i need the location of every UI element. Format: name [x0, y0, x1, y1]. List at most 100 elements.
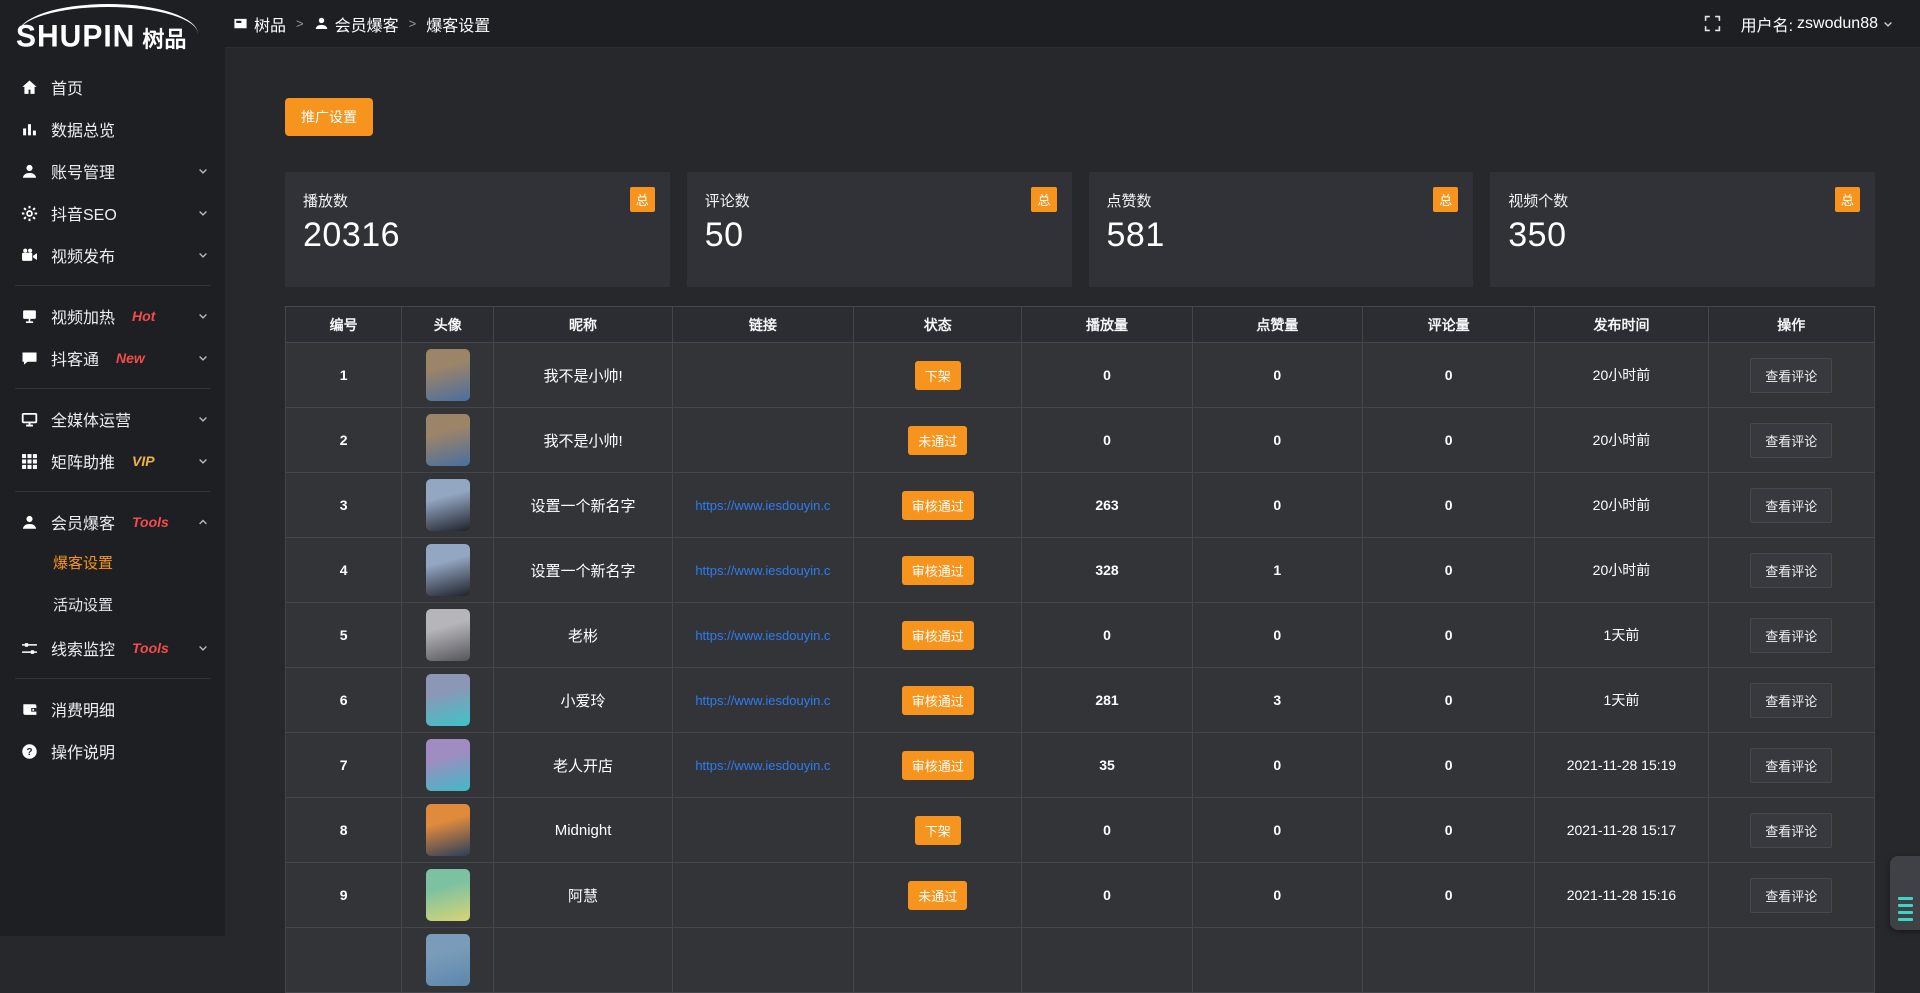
- view-comments-button[interactable]: 查看评论: [1750, 358, 1832, 393]
- sidebar-divider: [15, 678, 210, 679]
- status-cell: 下架: [854, 798, 1022, 863]
- avatar-cell: [402, 928, 494, 993]
- sidebar-item-data-overview[interactable]: 数据总览: [0, 108, 225, 150]
- likes-cell: 0: [1192, 473, 1362, 538]
- status-cell: 未通过: [854, 863, 1022, 928]
- chevron-down-icon: [197, 165, 209, 177]
- sidebar-item-media-operation[interactable]: 全媒体运营: [0, 398, 225, 440]
- action-cell: [1708, 928, 1874, 993]
- sidebar-subitem-baoke-settings[interactable]: 爆客设置: [0, 543, 225, 585]
- grid-icon: [20, 452, 38, 470]
- video-link[interactable]: https://www.iesdouyin.c: [673, 693, 853, 708]
- table-row: 4设置一个新名字https://www.iesdouyin.c审核通过32810…: [286, 538, 1875, 603]
- stat-label: 点赞数: [1107, 190, 1456, 211]
- video-link[interactable]: https://www.iesdouyin.c: [673, 498, 853, 513]
- wallet-icon: [20, 700, 38, 718]
- comments-cell: 0: [1362, 603, 1534, 668]
- sidebar-item-video-publish[interactable]: 视频发布: [0, 234, 225, 276]
- status-cell: 审核通过: [854, 668, 1022, 733]
- table-row: [286, 928, 1875, 993]
- plays-cell: 328: [1022, 538, 1192, 603]
- view-comments-button[interactable]: 查看评论: [1750, 748, 1832, 783]
- stat-cards: 播放数20316总评论数50总点赞数581总视频个数350总: [285, 172, 1875, 287]
- action-cell: 查看评论: [1708, 668, 1874, 733]
- likes-cell: 3: [1192, 668, 1362, 733]
- sidebar-item-label: 线索监控: [51, 636, 115, 660]
- comments-cell: 0: [1362, 473, 1534, 538]
- view-comments-button[interactable]: 查看评论: [1750, 618, 1832, 653]
- avatar: [426, 869, 470, 921]
- sidebar-subitem-activity-settings[interactable]: 活动设置: [0, 585, 225, 627]
- view-comments-button[interactable]: 查看评论: [1750, 488, 1832, 523]
- nickname-cell: Midnight: [494, 798, 672, 863]
- sidebar-item-operation-guide[interactable]: ?操作说明: [0, 730, 225, 772]
- status-badge: 审核通过: [902, 491, 974, 520]
- action-cell: 查看评论: [1708, 343, 1874, 408]
- sidebar-item-matrix-boost[interactable]: 矩阵助推VIP: [0, 440, 225, 482]
- status-cell: 审核通过: [854, 538, 1022, 603]
- view-comments-button[interactable]: 查看评论: [1750, 553, 1832, 588]
- home-icon: [20, 78, 38, 96]
- likes-cell: 0: [1192, 603, 1362, 668]
- video-link[interactable]: https://www.iesdouyin.c: [673, 628, 853, 643]
- stat-value: 20316: [303, 216, 652, 255]
- plays-cell: 35: [1022, 733, 1192, 798]
- video-link[interactable]: https://www.iesdouyin.c: [673, 758, 853, 773]
- sidebar-divider: [15, 285, 210, 286]
- stat-value: 50: [705, 216, 1054, 255]
- action-cell: 查看评论: [1708, 603, 1874, 668]
- column-header: 链接: [672, 307, 853, 343]
- table-row: 8Midnight下架0002021-11-28 15:17查看评论: [286, 798, 1875, 863]
- chevron-down-icon: [197, 207, 209, 219]
- widget-stripe: [1898, 918, 1913, 921]
- breadcrumb-item-member-baoke[interactable]: 会员爆客: [314, 12, 399, 36]
- logo-text-main: SHUPIN: [16, 21, 135, 53]
- sidebar-item-douyin-seo[interactable]: 抖音SEO: [0, 192, 225, 234]
- sidebar-item-consumption-detail[interactable]: 消费明细: [0, 688, 225, 730]
- comments-cell: 0: [1362, 538, 1534, 603]
- breadcrumb-item-shupin[interactable]: 树品: [233, 12, 286, 36]
- sidebar-item-clue-monitor[interactable]: 线索监控Tools: [0, 627, 225, 669]
- support-float-widget[interactable]: [1890, 856, 1920, 930]
- sidebar-item-douketong[interactable]: 抖客通New: [0, 337, 225, 379]
- comments-cell: 0: [1362, 798, 1534, 863]
- avatar-cell: [402, 603, 494, 668]
- chart-icon: [20, 120, 38, 138]
- fullscreen-icon[interactable]: [1704, 15, 1721, 32]
- publish-time-cell: 20小时前: [1535, 538, 1708, 603]
- nickname-cell: 老彬: [494, 603, 672, 668]
- avatar: [426, 349, 470, 401]
- publish-time-cell: 20小时前: [1535, 473, 1708, 538]
- video-link[interactable]: https://www.iesdouyin.c: [673, 563, 853, 578]
- status-badge: 审核通过: [902, 621, 974, 650]
- sidebar-item-member-baoke[interactable]: 会员爆客Tools: [0, 501, 225, 543]
- comments-cell: 0: [1362, 343, 1534, 408]
- chevron-down-icon: [197, 352, 209, 364]
- topbar: 树品>会员爆客>爆客设置 用户名: zswodun88: [225, 0, 1920, 48]
- sidebar-item-label: 操作说明: [51, 739, 115, 763]
- link-cell: [672, 798, 853, 863]
- sidebar-item-video-heat[interactable]: 视频加热Hot: [0, 295, 225, 337]
- promo-settings-button[interactable]: 推广设置: [285, 98, 373, 136]
- stat-label: 视频个数: [1508, 190, 1857, 211]
- action-cell: 查看评论: [1708, 798, 1874, 863]
- sidebar-badge-tools: Tools: [132, 514, 169, 530]
- sidebar-item-account-management[interactable]: 账号管理: [0, 150, 225, 192]
- view-comments-button[interactable]: 查看评论: [1750, 423, 1832, 458]
- view-comments-button[interactable]: 查看评论: [1750, 813, 1832, 848]
- plays-cell: 0: [1022, 798, 1192, 863]
- app-logo[interactable]: SHUPIN 树品: [0, 0, 225, 58]
- stat-card: 点赞数581总: [1089, 172, 1474, 287]
- action-cell: 查看评论: [1708, 408, 1874, 473]
- stat-card: 播放数20316总: [285, 172, 670, 287]
- user-dropdown[interactable]: 用户名: zswodun88: [1741, 12, 1894, 36]
- chat-icon: [20, 349, 38, 367]
- view-comments-button[interactable]: 查看评论: [1750, 878, 1832, 913]
- column-header: 状态: [854, 307, 1022, 343]
- nickname-cell: 我不是小帅!: [494, 343, 672, 408]
- status-cell: 审核通过: [854, 603, 1022, 668]
- publish-time-cell: 2021-11-28 15:16: [1535, 863, 1708, 928]
- view-comments-button[interactable]: 查看评论: [1750, 683, 1832, 718]
- sidebar-item-home[interactable]: 首页: [0, 66, 225, 108]
- chevron-down-icon: [197, 413, 209, 425]
